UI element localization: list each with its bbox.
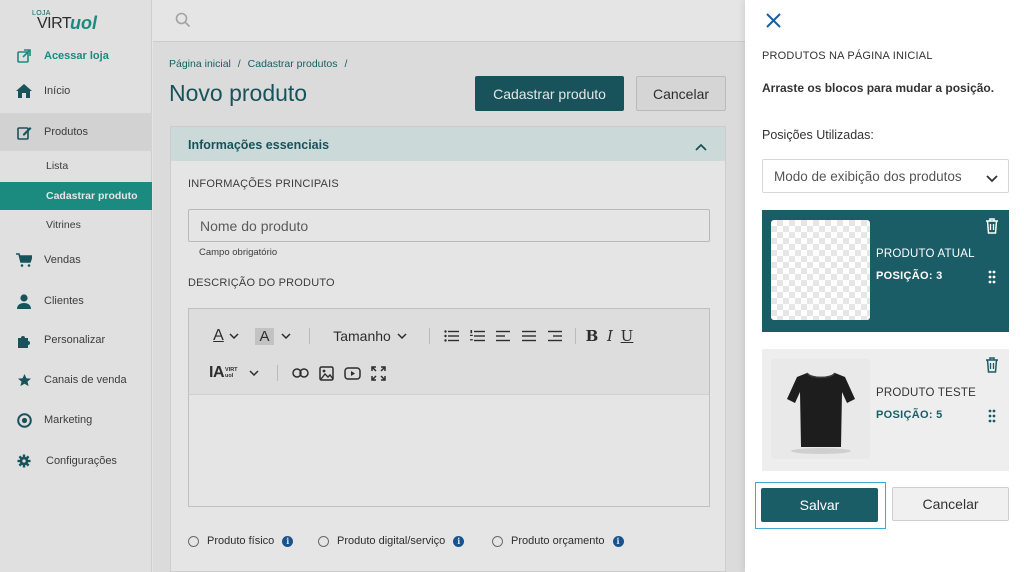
close-icon[interactable] [763, 10, 783, 30]
product-block-position: POSIÇÃO: 5 [876, 409, 943, 421]
save-button-focus-ring: Salvar [755, 482, 886, 529]
drag-handle-icon[interactable] [988, 409, 996, 428]
drawer-title: PRODUTOS NA PÁGINA INICIAL [762, 50, 933, 62]
product-block-name: PRODUTO TESTE [876, 387, 976, 399]
drawer-cancel-button[interactable]: Cancelar [892, 487, 1009, 521]
trash-icon[interactable] [985, 357, 999, 378]
display-mode-select[interactable]: Modo de exibição dos produtos [762, 159, 1009, 193]
chevron-down-icon [986, 171, 998, 186]
homepage-products-drawer: PRODUTOS NA PÁGINA INICIAL Arraste os bl… [745, 0, 1024, 572]
trash-icon[interactable] [985, 218, 999, 239]
product-thumbnail-tshirt [771, 359, 870, 459]
display-mode-value: Modo de exibição dos produtos [774, 168, 962, 184]
positions-label: Posições Utilizadas: [762, 128, 874, 142]
save-button[interactable]: Salvar [761, 488, 878, 522]
drawer-instructions: Arraste os blocos para mudar a posição. [762, 81, 995, 95]
drag-handle-icon[interactable] [988, 270, 996, 289]
product-thumbnail-placeholder [771, 220, 870, 320]
product-block-atual[interactable]: PRODUTO ATUAL POSIÇÃO: 3 [762, 210, 1009, 332]
product-block-name: PRODUTO ATUAL [876, 248, 975, 260]
modal-overlay[interactable] [0, 0, 745, 572]
product-block-position: POSIÇÃO: 3 [876, 270, 943, 282]
product-block-teste[interactable]: PRODUTO TESTE POSIÇÃO: 5 [762, 349, 1009, 471]
